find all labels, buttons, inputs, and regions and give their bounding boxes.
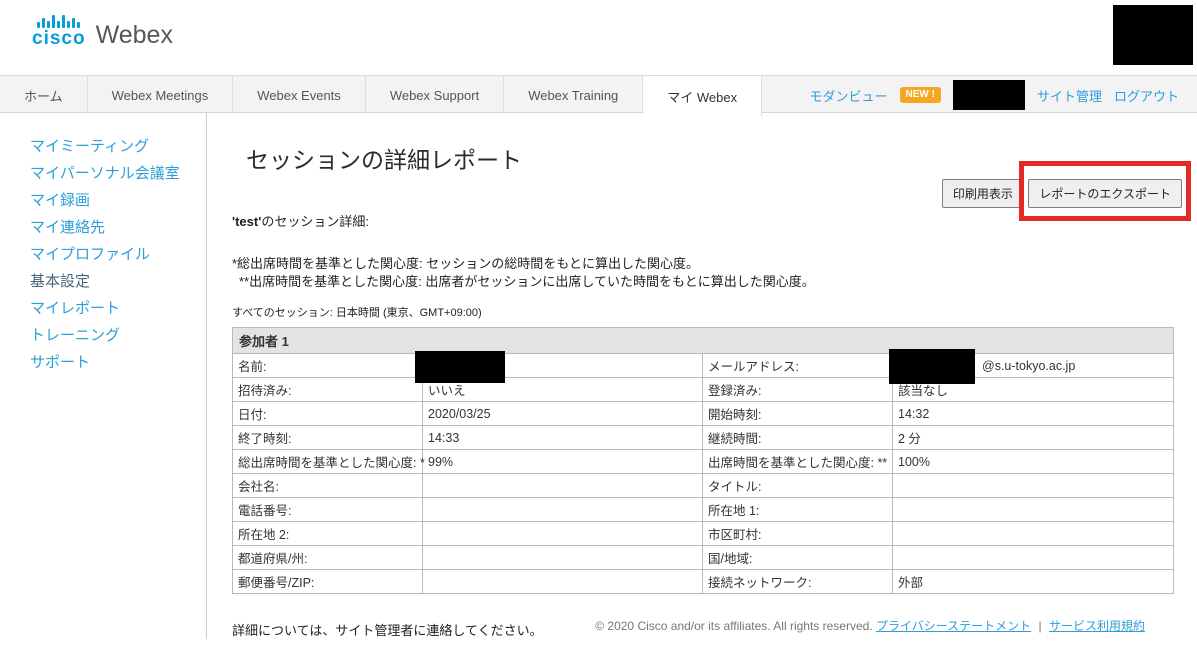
value-start-time: 14:32 (893, 402, 1174, 426)
label-title: タイトル: (703, 474, 893, 498)
cisco-logo-icon: cisco (32, 12, 86, 48)
redaction-box-corner (1113, 5, 1193, 65)
sidebar-item-personal-room[interactable]: マイパーソナル会議室 (30, 160, 206, 187)
label-email: メールアドレス: (703, 354, 893, 378)
label-start-time: 開始時刻: (703, 402, 893, 426)
value-network: 外部 (893, 570, 1174, 594)
label-network: 接続ネットワーク: (703, 570, 893, 594)
label-duration: 継続時間: (703, 426, 893, 450)
sidebar-item-my-recordings[interactable]: マイ録画 (30, 187, 206, 214)
cisco-wordmark: cisco (32, 29, 86, 48)
value-attention-attended: 100% (893, 450, 1174, 474)
label-phone: 電話番号: (233, 498, 423, 522)
label-city: 市区町村: (703, 522, 893, 546)
sidebar-item-preferences[interactable]: 基本設定 (30, 268, 206, 295)
label-address1: 所在地 1: (703, 498, 893, 522)
main-content: セッションの詳細レポート 印刷用表示 レポートのエクスポート 'test'のセッ… (207, 113, 1197, 639)
label-state: 都道府県/州: (233, 546, 423, 570)
sidebar-item-support[interactable]: サポート (30, 349, 206, 376)
value-city (893, 522, 1174, 546)
table-row: 会社名: タイトル: (233, 474, 1174, 498)
label-name: 名前: (233, 354, 423, 378)
value-country (893, 546, 1174, 570)
redaction-box-username (953, 80, 1025, 110)
label-attention-attended: 出席時間を基準とした関心度: ** (703, 450, 893, 474)
table-row: 招待済み: いいえ 登録済み: 該当なし (233, 378, 1174, 402)
participant-section-header: 参加者 1 (233, 328, 1174, 354)
redaction-box-name (415, 351, 505, 383)
value-duration: 2 分 (893, 426, 1174, 450)
value-date: 2020/03/25 (423, 402, 703, 426)
value-phone (423, 498, 703, 522)
table-row: 電話番号: 所在地 1: (233, 498, 1174, 522)
label-address2: 所在地 2: (233, 522, 423, 546)
redaction-box-email (889, 349, 975, 384)
label-country: 国/地域: (703, 546, 893, 570)
table-row: 終了時刻: 14:33 継続時間: 2 分 (233, 426, 1174, 450)
sidebar-item-my-profile[interactable]: マイプロファイル (30, 241, 206, 268)
table-row: 名前: メールアドレス: @s.u-tokyo.ac.jp (233, 354, 1174, 378)
modern-view-link[interactable]: モダンビュー (810, 86, 888, 105)
cisco-webex-logo: cisco Webex (32, 12, 173, 48)
table-row: 総出席時間を基準とした関心度: * 99% 出席時間を基準とした関心度: ** … (233, 450, 1174, 474)
page-title: セッションの詳細レポート (246, 141, 1197, 175)
terms-of-service-link[interactable]: サービス利用規約 (1049, 619, 1145, 633)
value-zip (423, 570, 703, 594)
value-address1 (893, 498, 1174, 522)
value-address2 (423, 522, 703, 546)
value-email: @s.u-tokyo.ac.jp (893, 354, 1174, 378)
webex-wordmark: Webex (96, 23, 173, 48)
attention-notes: *総出席時間を基準とした関心度: セッションの総時間をもとに算出した関心度。 *… (232, 255, 1197, 291)
footer-separator: | (1039, 619, 1042, 633)
page-footer: © 2020 Cisco and/or its affiliates. All … (0, 617, 1197, 634)
label-attention-total: 総出席時間を基準とした関心度: * (233, 450, 423, 474)
sidebar-item-my-reports[interactable]: マイレポート (30, 295, 206, 322)
label-invited: 招待済み: (233, 378, 423, 402)
copyright-text: © 2020 Cisco and/or its affiliates. All … (595, 619, 872, 633)
value-company (423, 474, 703, 498)
page-header: cisco Webex (0, 0, 1197, 75)
value-state (423, 546, 703, 570)
primary-nav: ホーム Webex Meetings Webex Events Webex Su… (0, 75, 1197, 113)
new-badge: NEW ! (900, 87, 941, 103)
label-company: 会社名: (233, 474, 423, 498)
timezone-note: すべてのセッション: 日本時間 (東京、GMT+09:00) (232, 304, 1197, 320)
value-attention-total: 99% (423, 450, 703, 474)
table-row: 日付: 2020/03/25 開始時刻: 14:32 (233, 402, 1174, 426)
label-date: 日付: (233, 402, 423, 426)
tab-webex-training[interactable]: Webex Training (504, 76, 643, 114)
table-row: 都道府県/州: 国/地域: (233, 546, 1174, 570)
sidebar-item-training[interactable]: トレーニング (30, 322, 206, 349)
session-intro: 'test'のセッション詳細: (232, 211, 1197, 230)
session-name: 'test' (232, 214, 261, 229)
label-end-time: 終了時刻: (233, 426, 423, 450)
sidebar-nav: マイミーティング マイパーソナル会議室 マイ録画 マイ連絡先 マイプロファイル … (0, 113, 207, 639)
participant-table: 参加者 1 名前: メールアドレス: @s.u-tokyo.ac.jp 招待済み… (232, 327, 1174, 594)
tab-home[interactable]: ホーム (0, 76, 88, 114)
tab-webex-events[interactable]: Webex Events (233, 76, 366, 114)
value-name (423, 354, 703, 378)
tab-my-webex[interactable]: マイ Webex (643, 76, 762, 116)
sidebar-item-my-meetings[interactable]: マイミーティング (30, 133, 206, 160)
value-end-time: 14:33 (423, 426, 703, 450)
privacy-statement-link[interactable]: プライバシーステートメント (876, 619, 1031, 633)
label-registered: 登録済み: (703, 378, 893, 402)
logout-link[interactable]: ログアウト (1114, 86, 1179, 105)
sidebar-item-my-contacts[interactable]: マイ連絡先 (30, 214, 206, 241)
note-attendance: **出席時間を基準とした関心度: 出席者がセッションに出席していた時間をもとに算… (232, 273, 1197, 291)
print-view-button[interactable]: 印刷用表示 (942, 179, 1024, 208)
tab-webex-support[interactable]: Webex Support (366, 76, 504, 114)
export-report-button[interactable]: レポートのエクスポート (1028, 179, 1182, 208)
table-row: 所在地 2: 市区町村: (233, 522, 1174, 546)
report-actions: 印刷用表示 レポートのエクスポート (942, 179, 1182, 208)
value-title (893, 474, 1174, 498)
note-total-attendance: *総出席時間を基準とした関心度: セッションの総時間をもとに算出した関心度。 (232, 255, 1197, 273)
label-zip: 郵便番号/ZIP: (233, 570, 423, 594)
table-row: 郵便番号/ZIP: 接続ネットワーク: 外部 (233, 570, 1174, 594)
site-admin-link[interactable]: サイト管理 (1037, 86, 1102, 105)
tab-webex-meetings[interactable]: Webex Meetings (88, 76, 234, 114)
